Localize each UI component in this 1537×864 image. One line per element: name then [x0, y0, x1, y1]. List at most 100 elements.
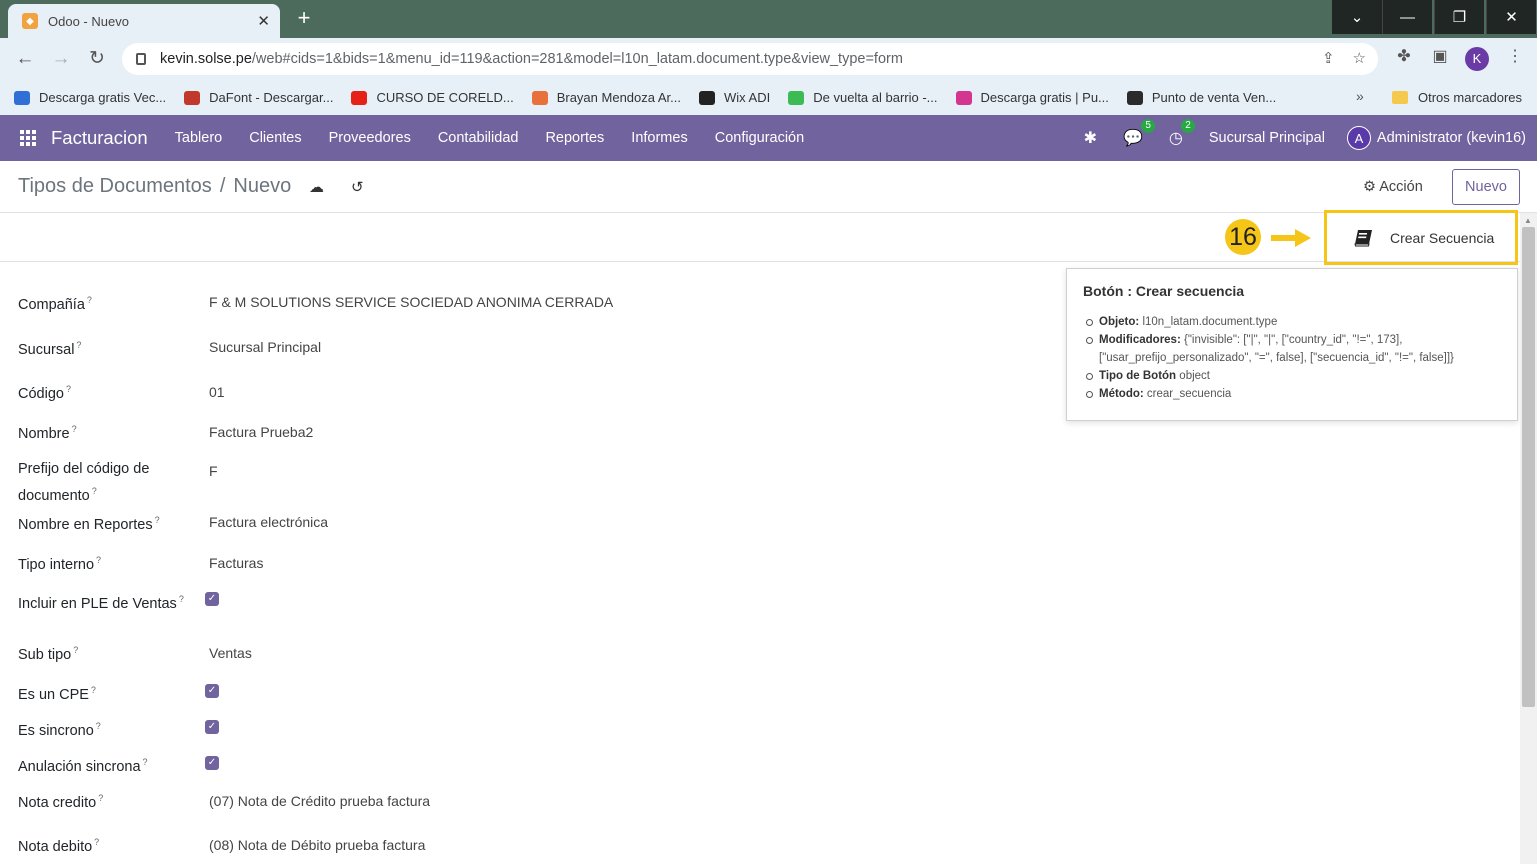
new-tab-icon[interactable]: + — [292, 6, 316, 30]
odoo-favicon-icon: ◆ — [22, 13, 38, 29]
help-icon[interactable]: ? — [98, 793, 103, 803]
credit-note-field[interactable]: (07) Nota de Crédito prueba factura — [209, 790, 430, 812]
help-icon[interactable]: ? — [76, 340, 81, 350]
is-cpe-checkbox[interactable]: ✓ — [205, 684, 219, 698]
menu-clientes[interactable]: Clientes — [249, 130, 301, 146]
menu-reportes[interactable]: Reportes — [545, 130, 604, 146]
create-sequence-label: Crear Secuencia — [1390, 229, 1495, 246]
help-icon[interactable]: ? — [155, 515, 160, 525]
help-icon[interactable]: ? — [72, 424, 77, 434]
help-icon[interactable]: ? — [94, 837, 99, 847]
step-number-badge: 16 — [1225, 219, 1261, 255]
debug-bug-icon[interactable]: ✱ — [1084, 128, 1097, 148]
prefix-field[interactable]: F — [209, 460, 218, 482]
breadcrumb-parent[interactable]: Tipos de Documentos — [18, 175, 212, 198]
field-label: Nombre en Reportes? — [18, 515, 160, 533]
bookmark-favicon-icon — [184, 90, 201, 105]
apps-menu-icon[interactable] — [20, 130, 36, 146]
report-name-field[interactable]: Factura electrónica — [209, 511, 328, 533]
field-label: Nombre? — [18, 424, 77, 442]
new-button[interactable]: Nuevo — [1452, 169, 1520, 205]
more-bookmarks-icon[interactable]: » — [1356, 88, 1364, 104]
side-panel-icon[interactable]: ▣ — [1428, 46, 1452, 66]
close-tab-icon[interactable]: ✕ — [257, 12, 270, 30]
user-avatar[interactable]: A — [1346, 126, 1371, 150]
discard-undo-icon[interactable]: ↺ — [351, 178, 364, 196]
sync-cancel-checkbox[interactable]: ✓ — [205, 756, 219, 770]
browser-menu-icon[interactable]: ⋮ — [1503, 46, 1527, 66]
name-field[interactable]: Factura Prueba2 — [209, 421, 313, 443]
help-icon[interactable]: ? — [143, 757, 148, 767]
tooltip-item: Método: crear_secuencia — [1086, 385, 1501, 403]
help-icon[interactable]: ? — [73, 645, 78, 655]
scrollbar-thumb[interactable] — [1522, 227, 1535, 707]
bookmark-favicon-icon — [531, 90, 548, 105]
bookmark-favicon-icon — [955, 90, 972, 105]
tooltip-item: Modificadores: {"invisible": ["|", "|", … — [1086, 331, 1501, 367]
menu-tablero[interactable]: Tablero — [175, 130, 223, 146]
internal-type-field[interactable]: Facturas — [209, 552, 263, 574]
bookmark-item[interactable]: DaFont - Descargar... — [184, 90, 333, 105]
restore-icon[interactable]: ❐ — [1434, 0, 1484, 34]
field-label: Incluir en PLE de Ventas? — [18, 594, 184, 612]
field-label: Sub tipo? — [18, 645, 79, 663]
help-icon[interactable]: ? — [179, 594, 184, 604]
user-menu[interactable]: Administrator (kevin16) — [1377, 130, 1526, 146]
tooltip-item: Tipo de Botón object — [1086, 367, 1501, 385]
company-field[interactable]: F & M SOLUTIONS SERVICE SOCIEDAD ANONIMA… — [209, 291, 613, 313]
menu-informes[interactable]: Informes — [631, 130, 687, 146]
address-bar-row: ← → ↻ kevin.solse.pe/web#cids=1&bids=1&m… — [0, 38, 1537, 80]
url-input[interactable]: kevin.solse.pe/web#cids=1&bids=1&menu_id… — [122, 43, 1378, 75]
help-icon[interactable]: ? — [87, 295, 92, 305]
other-bookmarks[interactable]: Otros marcadores — [1392, 80, 1522, 115]
breadcrumb: Tipos de Documentos / Nuevo — [18, 175, 291, 198]
profile-avatar[interactable]: K — [1465, 47, 1489, 71]
extensions-icon[interactable]: ✤ — [1392, 46, 1416, 66]
bookmark-item[interactable]: De vuelta al barrio -... — [788, 90, 938, 105]
page-scrollbar[interactable]: ▲ — [1520, 213, 1537, 864]
help-icon[interactable]: ? — [66, 384, 71, 394]
field-label: Nota debito? — [18, 837, 100, 855]
help-icon[interactable]: ? — [92, 486, 97, 496]
messages-icon[interactable]: 💬 5 — [1123, 119, 1155, 148]
is-sync-checkbox[interactable]: ✓ — [205, 720, 219, 734]
menu-contabilidad[interactable]: Contabilidad — [438, 130, 519, 146]
activities-badge: 2 — [1181, 119, 1195, 133]
browser-tab[interactable]: ◆ Odoo - Nuevo ✕ — [8, 4, 280, 38]
help-icon[interactable]: ? — [96, 721, 101, 731]
help-icon[interactable]: ? — [91, 685, 96, 695]
minimize-icon[interactable]: — — [1382, 0, 1432, 34]
scroll-up-icon[interactable]: ▲ — [1524, 216, 1532, 225]
bookmark-item[interactable]: Descarga gratis | Pu... — [955, 90, 1109, 105]
debit-note-field[interactable]: (08) Nota de Débito prueba factura — [209, 834, 425, 856]
share-icon[interactable]: ⇪ — [1322, 49, 1335, 67]
save-cloud-icon[interactable]: ☁ — [309, 178, 324, 196]
bookmark-item[interactable]: Punto de venta Ven... — [1126, 90, 1276, 105]
branch-field[interactable]: Sucursal Principal — [209, 336, 321, 358]
forward-icon[interactable]: → — [48, 46, 74, 72]
bookmark-item[interactable]: Brayan Mendoza Ar... — [531, 90, 681, 105]
menu-proveedores[interactable]: Proveedores — [329, 130, 411, 146]
close-window-icon[interactable]: ✕ — [1486, 0, 1536, 34]
bookmark-item[interactable]: Descarga gratis Vec... — [14, 90, 166, 105]
code-field[interactable]: 01 — [209, 381, 225, 403]
back-icon[interactable]: ← — [12, 46, 38, 72]
create-sequence-button[interactable]: Crear Secuencia — [1328, 214, 1514, 261]
ple-sales-checkbox[interactable]: ✓ — [205, 592, 219, 606]
help-icon[interactable]: ? — [96, 555, 101, 565]
bookmark-item[interactable]: Wix ADI — [699, 90, 770, 105]
breadcrumb-current: Nuevo — [233, 175, 292, 197]
folder-icon — [1392, 91, 1408, 104]
field-label: Anulación sincrona? — [18, 757, 148, 775]
bookmark-star-icon[interactable]: ☆ — [1353, 49, 1366, 67]
menu-configuracion[interactable]: Configuración — [715, 130, 804, 146]
subtype-field[interactable]: Ventas — [209, 642, 252, 664]
activities-clock-icon[interactable]: ◷ 2 — [1169, 119, 1195, 148]
app-brand[interactable]: Facturacion — [51, 127, 148, 149]
tooltip-title: Botón : Crear secuencia — [1083, 283, 1245, 299]
branch-switcher[interactable]: Sucursal Principal — [1209, 130, 1325, 146]
tab-search-icon[interactable]: ⌄ — [1332, 0, 1382, 34]
bookmark-item[interactable]: CURSO DE CORELD... — [351, 90, 514, 105]
reload-icon[interactable]: ↻ — [84, 46, 110, 72]
action-menu[interactable]: ⚙ Acción — [1363, 179, 1423, 195]
